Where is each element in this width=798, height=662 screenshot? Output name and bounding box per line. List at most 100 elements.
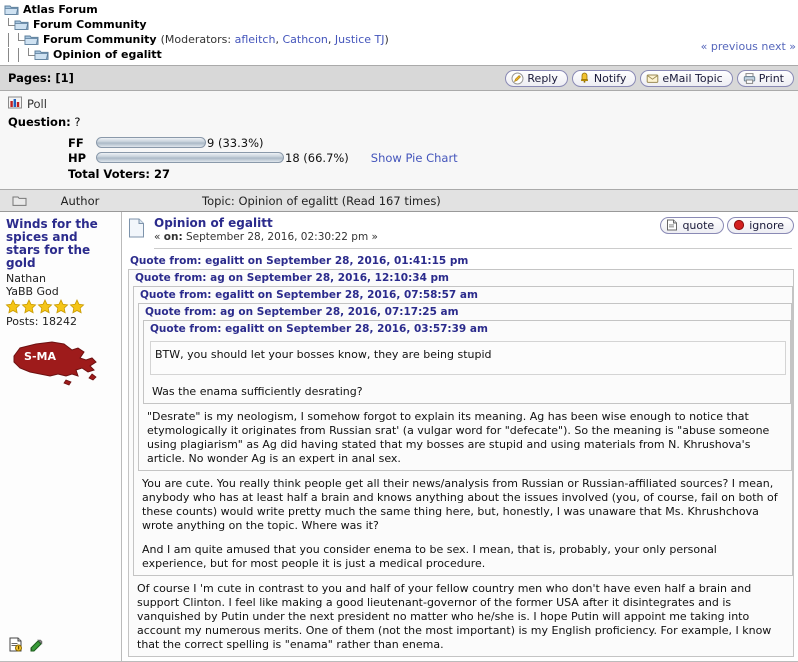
- print-button-label: Print: [759, 72, 784, 85]
- quote-level-5: Quote from: egalitt on September 28, 201…: [148, 321, 790, 375]
- ignore-button[interactable]: ignore: [727, 217, 794, 234]
- quote-box-4: Quote from: egalitt on September 28, 201…: [143, 320, 791, 404]
- column-header-author: Author: [30, 194, 130, 208]
- quote-text-level-3: "Desrate" is my neologism, I somehow for…: [143, 404, 791, 470]
- breadcrumb-label: Forum Community: [43, 33, 157, 47]
- quote-box-2: Quote from: egalitt on September 28, 201…: [133, 286, 793, 576]
- quote-header[interactable]: Quote from: egalitt on September 28, 201…: [128, 253, 794, 269]
- previous-next-link[interactable]: « previous next »: [701, 40, 796, 53]
- profile-icon[interactable]: [8, 637, 23, 655]
- bell-icon: [578, 72, 591, 85]
- folder-icon: [4, 4, 19, 16]
- poll-question-label: Question:: [8, 115, 71, 129]
- moderator-link-afleitch[interactable]: afleitch: [235, 33, 276, 46]
- column-header-topic: Topic: Opinion of egalitt (Read 167 time…: [130, 194, 798, 208]
- tree-connector: [24, 48, 34, 62]
- folder-icon: [24, 34, 39, 46]
- post-date: September 28, 2016, 02:30:22 pm »: [186, 231, 378, 243]
- reply-button-label: Reply: [527, 72, 557, 85]
- moderator-link-cathcon[interactable]: Cathcon: [282, 33, 327, 46]
- show-pie-chart-link[interactable]: Show Pie Chart: [371, 151, 458, 165]
- breadcrumb-label: Opinion of egalitt: [53, 48, 162, 62]
- folder-open-icon: [0, 195, 30, 207]
- document-icon: [128, 216, 154, 241]
- reply-button[interactable]: Reply: [505, 70, 567, 87]
- printer-icon: [743, 72, 756, 85]
- poll-option-result: 18 (66.7%): [285, 151, 349, 165]
- email-topic-button[interactable]: eMail Topic: [640, 70, 732, 87]
- breadcrumb-item-opinion-of-egalitt[interactable]: Opinion of egalitt: [4, 48, 798, 62]
- quote-text-level-4: Was the enama sufficiently desrating?: [148, 379, 790, 403]
- quote-level-2: Quote from: ag on September 28, 2016, 12…: [133, 270, 793, 576]
- quote-box-3: Quote from: ag on September 28, 2016, 07…: [138, 303, 792, 471]
- tree-connector: [14, 33, 24, 47]
- quote-header[interactable]: Quote from: ag on September 28, 2016, 12…: [133, 270, 793, 286]
- post-on-label: on:: [164, 231, 183, 243]
- post-content-column: Opinion of egalitt « on: September 28, 2…: [122, 212, 798, 661]
- poll-section: Poll Question: ? FF 9 (33.3%) HP 18 (66.…: [0, 91, 798, 190]
- poll-question-text: ?: [74, 115, 80, 129]
- poll-option-name: HP: [68, 151, 96, 165]
- poster-username[interactable]: Nathan: [6, 272, 115, 285]
- post-header: Opinion of egalitt « on: September 28, 2…: [128, 216, 794, 244]
- quote-level-3: Quote from: egalitt on September 28, 201…: [138, 287, 792, 471]
- quote-button[interactable]: quote: [660, 217, 724, 234]
- tree-connector: [4, 48, 14, 62]
- moderators-suffix: ): [385, 33, 389, 46]
- quote-text-level-2-para-2: And I am quite amused that you consider …: [142, 543, 784, 571]
- poll-question: Question: ?: [8, 115, 790, 129]
- quote-text-level-5: BTW, you should let your bosses know, th…: [150, 341, 786, 375]
- topic-table-header: Author Topic: Opinion of egalitt (Read 1…: [0, 190, 798, 212]
- topic-action-buttons: Reply Notify eMail Topic Print: [505, 70, 794, 87]
- tree-connector: [4, 18, 14, 32]
- poster-state-badge: S-MA: [6, 334, 115, 393]
- pages-label: Pages: [1]: [8, 71, 74, 85]
- poll-option-row: FF 9 (33.3%): [68, 135, 790, 150]
- breadcrumb-item-forum-community-1[interactable]: Forum Community: [4, 18, 798, 32]
- post-timestamp: « on: September 28, 2016, 02:30:22 pm »: [154, 231, 378, 243]
- quote-level-4: Quote from: ag on September 28, 2016, 07…: [143, 304, 791, 404]
- post-divider: [154, 248, 792, 249]
- breadcrumb-item-atlas-forum[interactable]: Atlas Forum: [4, 3, 798, 17]
- breadcrumb-label: Atlas Forum: [23, 3, 98, 17]
- post-subject-block: Opinion of egalitt « on: September 28, 2…: [154, 216, 660, 244]
- pencil-icon: [511, 72, 524, 85]
- poster-contact-icons: [8, 637, 44, 655]
- bar-chart-icon: [8, 96, 22, 112]
- quote-text-level-2: You are cute. You really think people ge…: [138, 471, 792, 575]
- notify-button[interactable]: Notify: [572, 70, 637, 87]
- post-row: Winds for the spices and stars for the g…: [0, 212, 798, 662]
- poll-option-row: HP 18 (66.7%) Show Pie Chart: [68, 150, 790, 165]
- email-icon[interactable]: [29, 637, 44, 655]
- svg-text:S-MA: S-MA: [24, 350, 56, 363]
- pages-toolbar: Pages: [1] Reply Notify eMail Topic: [0, 65, 798, 91]
- post-action-buttons: quote ignore: [660, 216, 794, 234]
- poster-info-column: Winds for the spices and stars for the g…: [0, 212, 122, 661]
- quote-text-level-2-para-1: You are cute. You really think people ge…: [142, 477, 784, 533]
- poll-total-voters: Total Voters: 27: [68, 167, 790, 181]
- tree-connector: [4, 33, 14, 47]
- poll-heading: Poll: [8, 96, 790, 112]
- breadcrumb-item-forum-community-2[interactable]: Forum Community (Moderators: afleitch, C…: [4, 33, 798, 47]
- poster-star-rating: [5, 299, 115, 314]
- quote-text-level-1: Of course I 'm cute in contrast to you a…: [133, 576, 793, 656]
- poll-option-bar: [96, 152, 284, 163]
- quote-header[interactable]: Quote from: ag on September 28, 2016, 07…: [143, 304, 791, 320]
- moderators-prefix: (Moderators:: [161, 33, 232, 46]
- email-topic-button-label: eMail Topic: [662, 72, 722, 85]
- tree-connector: [14, 48, 24, 62]
- poster-custom-title: Winds for the spices and stars for the g…: [6, 218, 115, 270]
- breadcrumb-label: Forum Community: [33, 18, 147, 32]
- quote-icon: [666, 219, 679, 232]
- ignore-button-label: ignore: [749, 219, 784, 232]
- quote-level-1: Quote from: egalitt on September 28, 201…: [128, 253, 794, 657]
- post-subject[interactable]: Opinion of egalitt: [154, 216, 273, 230]
- moderator-link-justice-tj[interactable]: Justice TJ: [335, 33, 385, 46]
- quote-header[interactable]: Quote from: egalitt on September 28, 201…: [138, 287, 792, 303]
- poll-option-result: 9 (33.3%): [207, 136, 263, 150]
- folder-icon: [34, 49, 49, 61]
- poll-option-name: FF: [68, 136, 96, 150]
- print-button[interactable]: Print: [737, 70, 794, 87]
- quote-header[interactable]: Quote from: egalitt on September 28, 201…: [148, 321, 790, 337]
- envelope-icon: [646, 72, 659, 85]
